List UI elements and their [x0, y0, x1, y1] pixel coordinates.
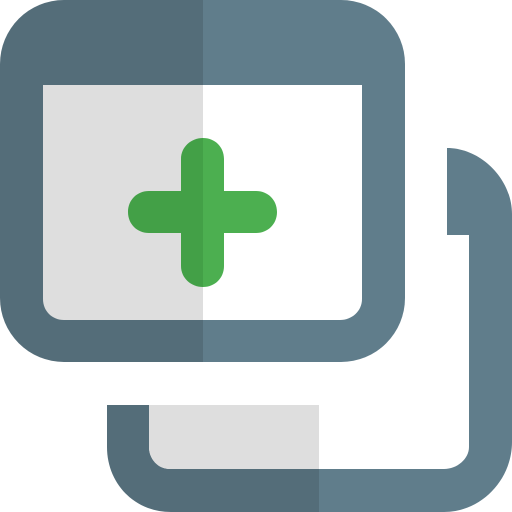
new-window-graphic: [0, 0, 512, 512]
new-window-icon: [0, 0, 512, 512]
